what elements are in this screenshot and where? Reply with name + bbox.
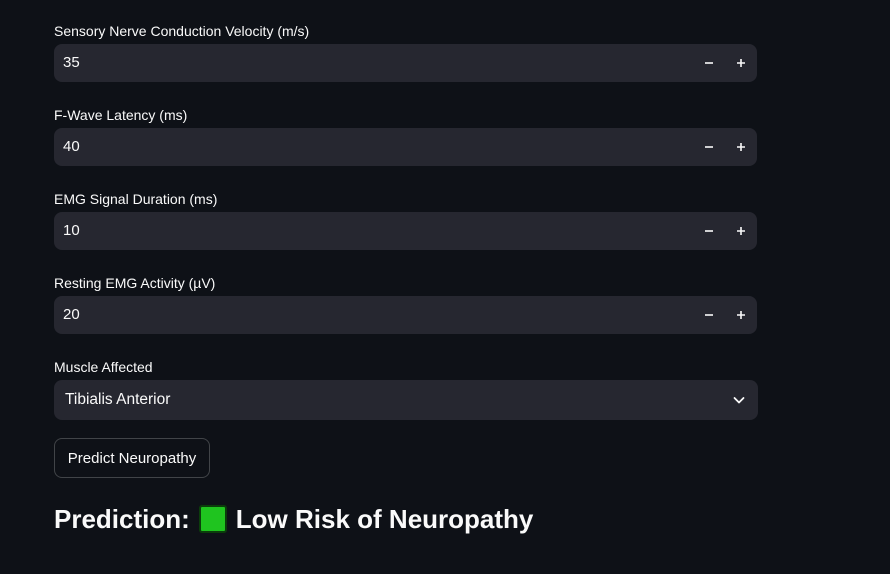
number-input: 20 (54, 296, 757, 334)
field-label: Muscle Affected (54, 359, 153, 375)
plus-icon (737, 143, 745, 151)
field-sensory-ncv: Sensory Nerve Conduction Velocity (m/s) … (54, 22, 757, 82)
prediction-result: Prediction: Low Risk of Neuropathy (54, 500, 533, 538)
field-f-wave-latency: F-Wave Latency (ms) 40 (54, 106, 757, 166)
plus-icon (737, 227, 745, 235)
increment-button[interactable] (725, 128, 757, 166)
decrement-button[interactable] (693, 128, 725, 166)
field-label: Resting EMG Activity (µV) (54, 275, 216, 291)
muscle-select[interactable]: Tibialis Anterior (54, 380, 758, 420)
field-muscle-affected: Muscle Affected Tibialis Anterior (54, 358, 758, 420)
select-value: Tibialis Anterior (65, 391, 171, 408)
minus-icon (705, 314, 713, 316)
app-page: Sensory Nerve Conduction Velocity (m/s) … (0, 0, 890, 574)
decrement-button[interactable] (693, 296, 725, 334)
number-input: 40 (54, 128, 757, 166)
number-input: 35 (54, 44, 757, 82)
minus-icon (705, 62, 713, 64)
field-resting-emg-activity: Resting EMG Activity (µV) 20 (54, 274, 757, 334)
prediction-label: Prediction: (54, 503, 190, 534)
chevron-down-icon (733, 397, 745, 404)
minus-icon (705, 230, 713, 232)
number-input-value[interactable]: 40 (54, 128, 693, 166)
field-emg-signal-duration: EMG Signal Duration (ms) 10 (54, 190, 757, 250)
green-square-icon (198, 505, 227, 533)
field-label: F-Wave Latency (ms) (54, 107, 188, 123)
minus-icon (705, 146, 713, 148)
decrement-button[interactable] (693, 212, 725, 250)
decrement-button[interactable] (693, 44, 725, 82)
predict-neuropathy-button[interactable]: Predict Neuropathy (54, 438, 210, 478)
increment-button[interactable] (725, 296, 757, 334)
plus-icon (737, 311, 745, 319)
number-input-value[interactable]: 20 (54, 296, 693, 334)
prediction-text: Low Risk of Neuropathy (235, 503, 534, 534)
field-label: Sensory Nerve Conduction Velocity (m/s) (54, 23, 310, 39)
number-input-value[interactable]: 10 (54, 212, 693, 250)
increment-button[interactable] (725, 44, 757, 82)
increment-button[interactable] (725, 212, 757, 250)
field-label: EMG Signal Duration (ms) (54, 191, 218, 207)
plus-icon (737, 59, 745, 67)
number-input: 10 (54, 212, 757, 250)
number-input-value[interactable]: 35 (54, 44, 693, 82)
